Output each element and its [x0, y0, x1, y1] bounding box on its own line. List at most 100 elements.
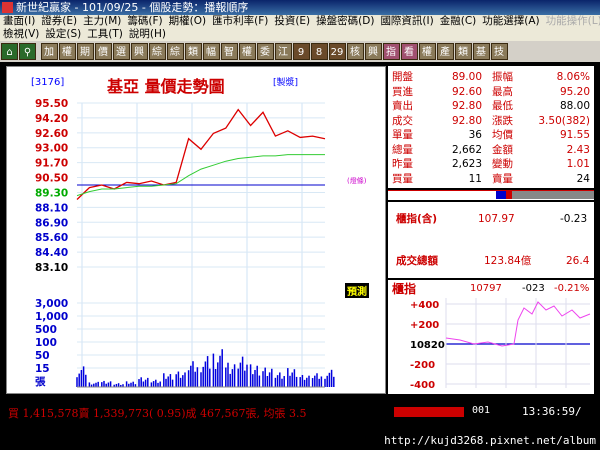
toolbar-button[interactable]: 類 — [184, 43, 202, 60]
quote-value: 91.55 — [559, 129, 590, 141]
volume-tick-label: 50 — [35, 350, 50, 362]
menu-item[interactable]: 設定(S) — [42, 28, 84, 41]
price-tick-label: 95.50 — [35, 98, 68, 110]
index-tick-label: -200 — [410, 360, 435, 371]
price-volume-chart: [3176] 基亞 量價走勢圖 [製漿] 9:0010:0011:0012:00… — [6, 66, 386, 394]
toolbar-button[interactable]: 綜 — [166, 43, 184, 60]
chart-canvas: 9:0010:0011:0012:0013:0095.5094.2092.609… — [35, 98, 367, 388]
quote-label: 買進 — [392, 85, 413, 98]
toolbar-button[interactable]: 加 — [40, 43, 58, 60]
toolbar-button[interactable]: 9 — [292, 43, 310, 60]
quote-label: 金額 — [492, 143, 513, 156]
quote-label: 成交 — [392, 114, 413, 127]
toolbar-button[interactable]: 產 — [436, 43, 454, 60]
quote-value: 2,662 — [451, 143, 482, 156]
toolbar-button[interactable]: 價 — [94, 43, 112, 60]
search-icon[interactable]: ⚲ — [19, 43, 36, 60]
main-area: [3176] 基亞 量價走勢圖 [製漿] 9:0010:0011:0012:00… — [0, 62, 600, 450]
price-tick-label: 94.20 — [35, 113, 68, 125]
quote-value: 2.43 — [566, 143, 590, 156]
toolbar-button[interactable]: 類 — [454, 43, 472, 60]
toolbar-button[interactable]: 29 — [328, 43, 346, 60]
volume-tick-label: 15 — [35, 363, 50, 375]
volume-tick-label: 張 — [35, 376, 46, 388]
quote-value: 2,623 — [451, 158, 482, 170]
status-bar: 買 1,415,578賣 1,339,773( 0.95)成 467,567張,… — [0, 404, 600, 422]
index-chart-canvas: +400 +200 10820 -200 -400 — [410, 298, 591, 391]
toolbar-button[interactable]: 幅 — [202, 43, 220, 60]
menu-item[interactable]: 籌碼(F) — [124, 15, 165, 28]
home-icon[interactable]: ⌂ — [1, 43, 18, 60]
quote-label: 賣量 — [492, 172, 513, 185]
menu-item[interactable]: 金融(C) — [437, 15, 480, 28]
quote-value: 11 — [468, 172, 482, 185]
index-value: 107.97 — [478, 213, 515, 225]
quote-label: 賣出 — [392, 100, 413, 112]
quote-label: 買量 — [392, 172, 413, 185]
menu-item[interactable]: 期權(O) — [166, 15, 209, 28]
price-tick-label: 93.00 — [35, 143, 68, 155]
quote-label: 昨量 — [392, 158, 413, 170]
quote-value: 92.80 — [451, 100, 482, 112]
index-label: 櫃指(含) — [396, 213, 438, 225]
quote-label: 漲跌 — [492, 114, 513, 127]
toolbar-button[interactable]: 核 — [346, 43, 364, 60]
index-change: -0.23 — [560, 213, 588, 225]
quote-panel: 開盤 89.00 振幅 8.06% 買進 92.60 最高 95.20 賣出 92.80 最低 88.… — [388, 66, 594, 188]
quote-value: 92.80 — [451, 114, 482, 127]
menu-item[interactable]: 功能選擇(A) — [479, 15, 542, 28]
predict-button[interactable]: 預測 — [345, 283, 369, 298]
menu-item[interactable]: 國際資訊(I) — [377, 15, 436, 28]
menu-item[interactable]: 功能操作(L) — [543, 15, 600, 28]
toolbar-button[interactable]: 智 — [220, 43, 238, 60]
footer: http://kujd3268.pixnet.net/album — [0, 434, 600, 450]
volume-tick-label: 500 — [35, 324, 57, 336]
bid-ask-bar-graphic — [388, 190, 594, 199]
quote-value: 88.00 — [559, 100, 590, 112]
menu-row-1: 畫面(I) 證券(E) 主力(M) 籌碼(F) 期權(O) 匯市利率(F) 投資(E) 操盤密… — [0, 15, 600, 28]
window-title: 新世紀贏家 - 101/09/25 - 個股走勢：播報順序 — [16, 1, 249, 14]
menu-item[interactable]: 主力(M) — [80, 15, 124, 28]
toolbar-button[interactable]: 興 — [364, 43, 382, 60]
toolbar: ⌂ ⚲ 加權期價選興綜綜類幅智權委江 9 8 29 核興指看權產類基技 — [0, 41, 600, 62]
menu-item[interactable]: 工具(T) — [84, 28, 126, 41]
price-tick-label: 88.10 — [35, 202, 68, 214]
toolbar-button[interactable]: 權 — [418, 43, 436, 60]
quote-value: 1.01 — [566, 158, 590, 170]
bid-ask-bar — [388, 190, 594, 200]
toolbar-button[interactable]: 基 — [472, 43, 490, 60]
toolbar-button[interactable]: 興 — [130, 43, 148, 60]
price-tick-label: 91.70 — [35, 158, 68, 170]
menu-item[interactable]: 證券(E) — [38, 15, 80, 28]
toolbar-button[interactable]: 技 — [490, 43, 508, 60]
status-color-strip — [394, 407, 464, 417]
quote-label: 最高 — [492, 85, 513, 98]
total-amount: 123.84億 — [484, 255, 532, 267]
average-price-line — [76, 154, 325, 197]
toolbar-button[interactable]: 委 — [256, 43, 274, 60]
toolbar-button[interactable]: 選 — [112, 43, 130, 60]
menu-item[interactable]: 檢視(V) — [0, 28, 42, 41]
menu-item[interactable]: 操盤密碼(D) — [313, 15, 377, 28]
app-icon — [2, 2, 13, 13]
toolbar-button[interactable]: 江 — [274, 43, 292, 60]
total-amount-change: 26.4 — [566, 255, 590, 267]
toolbar-button[interactable]: 綜 — [148, 43, 166, 60]
toolbar-button[interactable]: 權 — [58, 43, 76, 60]
toolbar-button[interactable]: 指 — [382, 43, 400, 60]
total-amount-label: 成交總額 — [396, 255, 438, 267]
toolbar-button[interactable]: 看 — [400, 43, 418, 60]
reference-marker: (燈條) — [347, 176, 367, 185]
toolbar-button[interactable]: 權 — [238, 43, 256, 60]
price-tick-label: 92.60 — [35, 128, 68, 140]
toolbar-button[interactable]: 8 — [310, 43, 328, 60]
quote-value: 92.60 — [451, 85, 482, 98]
otc-index-chart: 櫃指 10797 -023 -0.21% +400 +200 10820 -200 -4… — [388, 280, 594, 394]
toolbar-button[interactable]: 期 — [76, 43, 94, 60]
menu-item[interactable]: 畫面(I) — [0, 15, 38, 28]
menu-item[interactable]: 投資(E) — [271, 15, 313, 28]
menu-item[interactable]: 匯市利率(F) — [209, 15, 271, 28]
album-url: http://kujd3268.pixnet.net/album — [384, 434, 596, 447]
otc-index-panel: 櫃指(含) 107.97 -0.23 成交總額 123.84億 26.4 — [388, 202, 594, 278]
menu-item[interactable]: 說明(H) — [126, 28, 169, 41]
